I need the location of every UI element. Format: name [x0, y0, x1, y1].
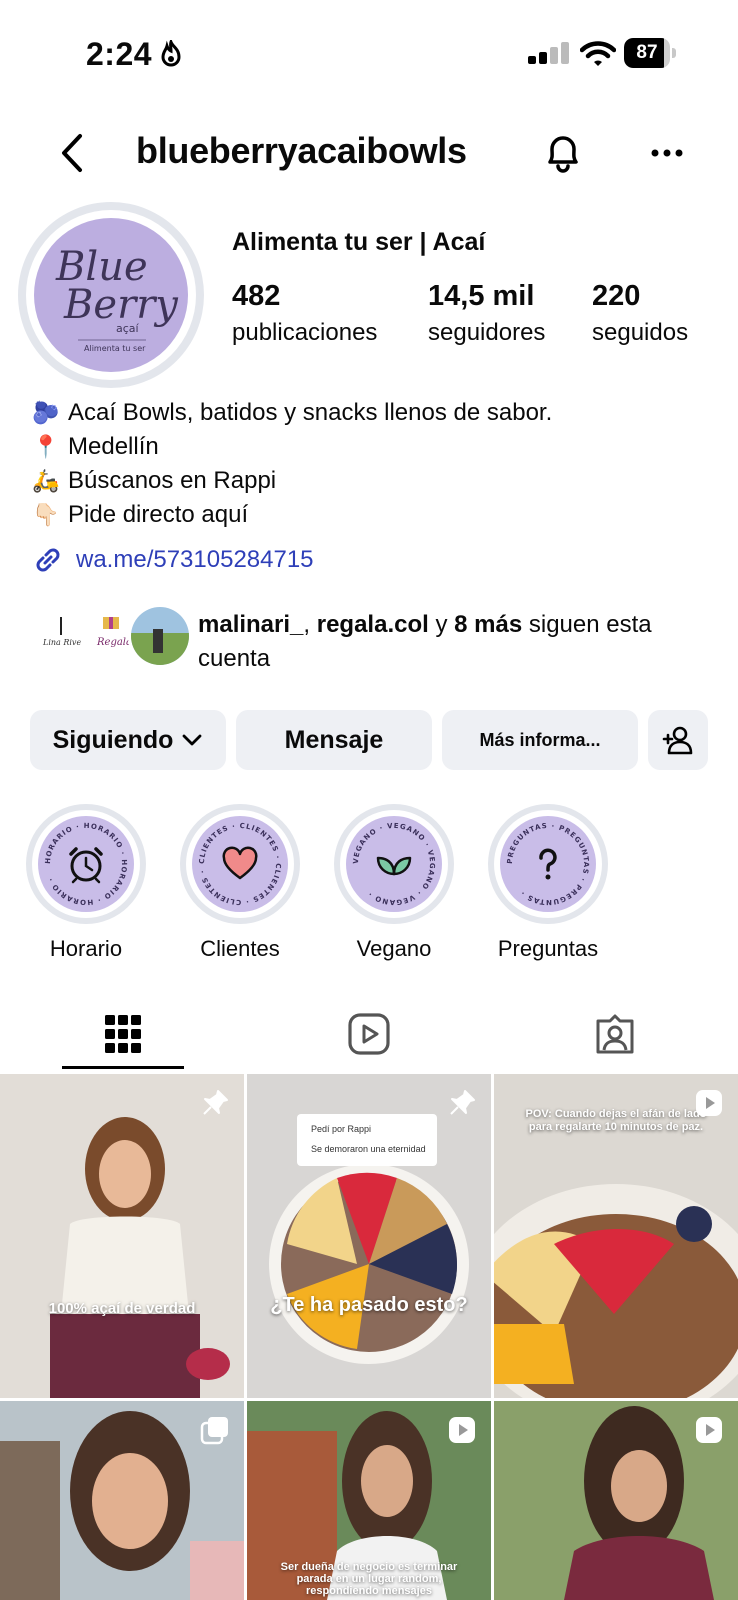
wifi-icon — [580, 41, 616, 66]
heart-icon — [222, 846, 258, 880]
profile-handle: blueberryacaibowls — [136, 130, 467, 171]
back-arrow-icon[interactable] — [52, 128, 92, 178]
cellular-signal-icon — [528, 42, 569, 64]
brand-logo: Blue Berry açaí Alimenta tu ser — [55, 244, 179, 353]
bio-line: Acaí Bowls, batidos y snacks llenos de s… — [68, 399, 553, 426]
status-bar: 2:24 87 — [0, 0, 738, 100]
profile-avatar[interactable]: Blue Berry açaí Alimenta tu ser — [18, 202, 204, 388]
highlight-vegano[interactable]: VEGANO · VEGANO · VEGANO · VEGANO · Vega… — [332, 804, 456, 962]
posts-count: 482 — [232, 280, 281, 312]
reel-icon — [696, 1090, 722, 1116]
stat-followers[interactable]: 14,5 mil seguidores — [428, 280, 545, 347]
profile-header: blueberryacaibowls — [0, 118, 738, 188]
chevron-down-icon — [183, 734, 202, 746]
reel-icon — [449, 1417, 475, 1443]
stat-following[interactable]: 220 seguidos — [592, 280, 688, 347]
scooter-emoji: 🛵 — [32, 468, 60, 493]
more-info-label: Más informa... — [479, 729, 601, 750]
add-person-icon — [662, 726, 693, 755]
profile-bio: 🫐 Acaí Bowls, batidos y snacks llenos de … — [32, 396, 552, 532]
message-button[interactable]: Mensaje — [236, 710, 432, 770]
bio-line: Medellín — [68, 433, 159, 460]
post-caption: ¿Te ha pasado esto? — [270, 1294, 468, 1316]
posts-label: publicaciones — [232, 319, 378, 346]
reel-icon — [696, 1417, 722, 1443]
tagged-icon — [596, 1014, 634, 1054]
highlight-preguntas[interactable]: PREGUNTAS · PREGUNTAS · PREGUNTAS · Preg… — [486, 804, 610, 962]
hotspot-flame-icon — [161, 40, 181, 67]
suggest-people-button[interactable] — [648, 710, 708, 770]
pin-icon — [203, 1090, 228, 1115]
following-count: 220 — [592, 280, 641, 312]
post-tile[interactable]: 100% açaí de verdad — [0, 1074, 244, 1398]
mutual-followers-text[interactable]: malinari_, regala.col y 8 más siguen est… — [198, 608, 718, 676]
post-tile[interactable]: Ser dueña de negocio es terminar parada … — [247, 1401, 491, 1600]
pointing-down-emoji: 👇🏻 — [32, 502, 60, 527]
stat-posts[interactable]: 482 publicaciones — [232, 280, 377, 347]
following-label: seguidos — [592, 319, 689, 346]
battery-percent: 87 — [636, 42, 658, 63]
grid-icon — [105, 1015, 141, 1053]
blueberries-emoji: 🫐 — [32, 400, 60, 425]
svg-text:Regala: Regala — [96, 637, 132, 648]
followers-label: seguidores — [428, 319, 546, 346]
highlight-clientes[interactable]: CLIENTES · CLIENTES · CLIENTES · CLIENTE… — [178, 804, 302, 962]
following-button[interactable]: Siguiendo — [30, 710, 226, 770]
leaf-icon — [376, 856, 412, 876]
bio-line: Pide directo aquí — [68, 501, 249, 528]
tab-posts-grid[interactable] — [0, 996, 246, 1072]
bio-line: Búscanos en Rappi — [68, 467, 277, 494]
more-info-button[interactable]: Más informa... — [442, 710, 638, 770]
battery-indicator: 87 — [624, 38, 676, 68]
pin-icon — [450, 1090, 475, 1115]
chat-bubble-1: Pedí por Rappi — [311, 1124, 372, 1134]
profile-link[interactable]: wa.me/573105284715 — [30, 540, 314, 580]
post-tile[interactable]: Pedí por Rappi Se demoraron una eternida… — [247, 1074, 491, 1398]
highlight-label: Preguntas — [497, 936, 599, 961]
notification-bell-icon[interactable] — [540, 130, 586, 176]
following-label: Siguiendo — [52, 725, 174, 754]
status-time: 2:24 — [86, 36, 153, 72]
carousel-icon — [200, 1417, 228, 1445]
post-tile[interactable] — [0, 1401, 244, 1600]
link-icon — [36, 548, 60, 572]
profile-display-name: Alimenta tu ser | Acaí — [232, 228, 486, 256]
post-caption: Ser dueña de negocio es terminar parada … — [280, 1561, 458, 1597]
svg-text:Alimenta tu ser: Alimenta tu ser — [84, 344, 146, 353]
post-tile[interactable]: POV: Cuando dejas el afán de lado para r… — [494, 1074, 738, 1398]
post-caption: 100% açaí de verdad — [48, 1300, 196, 1317]
reels-icon — [348, 1013, 390, 1055]
followers-count: 14,5 mil — [428, 280, 535, 312]
svg-text:VEGANO · VEGANO · VEGANO · VEG: VEGANO · VEGANO · VEGANO · VEGANO · — [352, 822, 436, 906]
question-mark-icon — [539, 848, 557, 880]
pin-emoji: 📍 — [32, 434, 60, 459]
svg-text:açaí: açaí — [116, 322, 140, 335]
tab-reels[interactable] — [246, 996, 492, 1072]
highlight-horario[interactable]: HORARIO · HORARIO · HORARIO · HORARIO · … — [24, 804, 148, 962]
highlight-label: Vegano — [356, 936, 432, 961]
more-options-icon[interactable] — [642, 130, 692, 176]
post-tile[interactable] — [494, 1401, 738, 1600]
alarm-clock-icon — [69, 847, 103, 884]
profile-tabs — [0, 996, 738, 1072]
link-text[interactable]: wa.me/573105284715 — [76, 546, 314, 574]
tab-tagged[interactable] — [492, 996, 738, 1072]
active-tab-indicator — [62, 1066, 184, 1069]
highlight-label: Horario — [49, 936, 123, 961]
chat-bubble-2: Se demoraron una eternidad — [311, 1144, 426, 1154]
mutual-avatar-3[interactable] — [128, 604, 192, 668]
posts-grid: 100% açaí de verdad Pedí por Rappi Se de… — [0, 1074, 738, 1600]
message-label: Mensaje — [284, 725, 384, 754]
highlight-label: Clientes — [200, 936, 280, 961]
